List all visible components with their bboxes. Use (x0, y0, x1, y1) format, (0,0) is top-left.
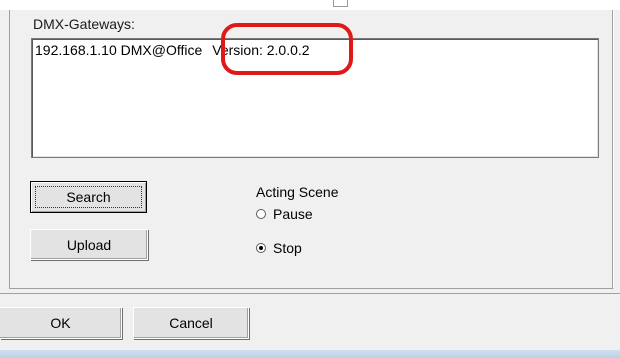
taskbar-strip (0, 350, 620, 358)
pause-radio[interactable]: Pause (256, 206, 313, 222)
highlight-annotation (221, 23, 353, 75)
gateway-name: 192.168.1.10 DMX@Office (35, 42, 203, 58)
upload-button[interactable]: Upload (30, 229, 148, 260)
gateways-label: DMX-Gateways: (33, 16, 135, 32)
pause-radio-label: Pause (273, 206, 313, 222)
top-strip (0, 0, 620, 10)
radio-circle-icon[interactable] (256, 209, 266, 219)
search-button[interactable]: Search (30, 181, 147, 213)
radio-checked-icon[interactable] (256, 243, 266, 253)
acting-scene-label: Acting Scene (256, 184, 339, 200)
focus-ring (35, 186, 142, 208)
cancel-button[interactable]: Cancel (133, 307, 249, 339)
partial-checkbox[interactable] (333, 0, 348, 7)
stop-radio-label: Stop (273, 240, 302, 256)
ok-button[interactable]: OK (0, 307, 122, 339)
stop-radio[interactable]: Stop (256, 240, 302, 256)
